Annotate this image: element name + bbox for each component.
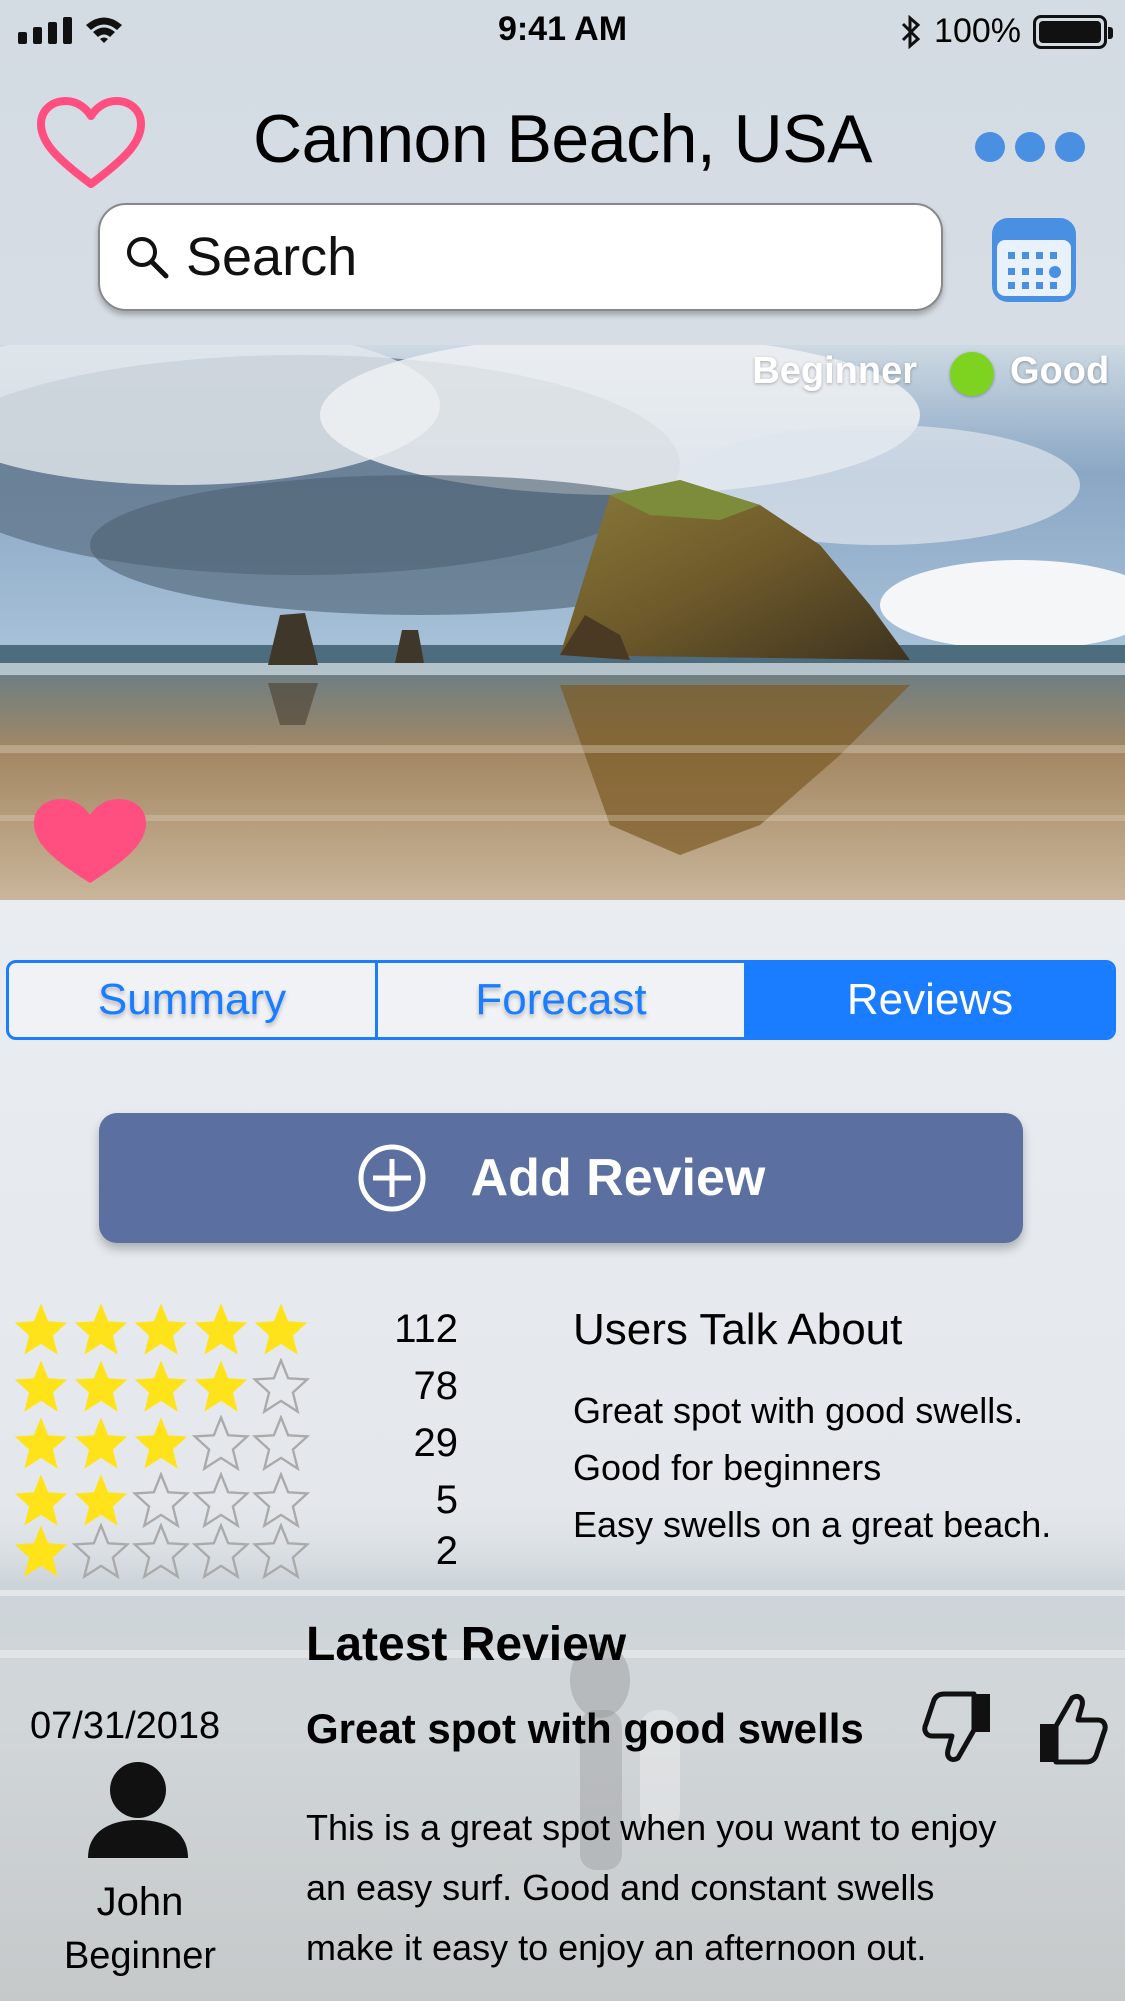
battery-icon <box>1033 14 1113 49</box>
hero-image <box>0 345 1125 900</box>
star-empty-icon <box>252 1358 310 1414</box>
dot <box>1055 132 1085 162</box>
condition-indicator-icon <box>950 352 994 396</box>
talk-item: Great spot with good swells. <box>573 1390 1024 1431</box>
review-headline: Great spot with good swells <box>306 1705 864 1752</box>
status-bar: 9:41 AM 100% <box>0 0 1125 60</box>
review-body-line: an easy surf. Good and constant swells <box>306 1867 935 1908</box>
rating-row-3[interactable]: 29 <box>12 1414 458 1472</box>
star-filled-icon <box>14 1525 68 1577</box>
star-filled-icon <box>134 1303 188 1355</box>
talk-item: Easy swells on a great beach. <box>573 1504 1052 1545</box>
search-input[interactable] <box>186 226 886 288</box>
calendar-icon[interactable] <box>990 216 1078 304</box>
star-rating <box>12 1301 310 1357</box>
star-empty-icon <box>132 1472 190 1528</box>
star-filled-icon <box>134 1360 188 1412</box>
battery-percent: 100% <box>934 12 1021 50</box>
talk-item: Good for beginners <box>573 1447 882 1488</box>
heart-filled-icon[interactable] <box>30 795 150 887</box>
rating-row-2[interactable]: 5 <box>12 1471 458 1529</box>
skill-level-label: Beginner <box>752 350 917 392</box>
review-body: This is a great spot when you want to en… <box>306 1798 1106 1978</box>
rating-count: 5 <box>435 1477 458 1522</box>
thumbs-down-icon[interactable] <box>920 1690 996 1766</box>
star-empty-icon <box>192 1472 250 1528</box>
page-title: Cannon Beach, USA <box>252 101 873 177</box>
add-review-label: Add Review <box>470 1149 766 1207</box>
tab-forecast[interactable]: Forecast <box>378 963 747 1037</box>
battery-fill <box>1039 20 1101 43</box>
beach-photo <box>0 345 1125 900</box>
star-filled-icon <box>254 1303 308 1355</box>
star-empty-icon <box>252 1523 310 1579</box>
star-filled-icon <box>194 1303 248 1355</box>
star-rating <box>12 1472 310 1528</box>
star-empty-icon <box>252 1472 310 1528</box>
condition-label: Good <box>1010 350 1110 392</box>
thumbs-up-icon[interactable] <box>1034 1690 1110 1766</box>
dot <box>975 132 1005 162</box>
star-filled-icon <box>74 1360 128 1412</box>
reviewer-name: John <box>96 1880 184 1924</box>
star-empty-icon <box>192 1415 250 1471</box>
review-date: 07/31/2018 <box>30 1705 221 1747</box>
star-filled-icon <box>14 1474 68 1526</box>
review-body-line: make it easy to enjoy an afternoon out. <box>306 1927 927 1968</box>
add-review-button[interactable]: Add Review <box>99 1113 1023 1243</box>
star-filled-icon <box>14 1417 68 1469</box>
star-rating <box>12 1358 310 1414</box>
rating-row-5[interactable]: 112 <box>12 1300 458 1358</box>
star-rating <box>12 1415 310 1471</box>
star-empty-icon <box>132 1523 190 1579</box>
star-filled-icon <box>74 1417 128 1469</box>
star-rating <box>12 1523 310 1579</box>
star-filled-icon <box>14 1303 68 1355</box>
plus-circle-icon <box>358 1144 426 1212</box>
search-icon <box>127 237 169 279</box>
rating-row-1[interactable]: 2 <box>12 1522 458 1580</box>
rating-count: 2 <box>435 1528 458 1573</box>
users-talk-title: Users Talk About <box>573 1305 903 1354</box>
status-right-group: 100% <box>900 12 1113 51</box>
search-bar <box>98 203 943 311</box>
star-filled-icon <box>74 1303 128 1355</box>
rating-count: 112 <box>394 1306 458 1351</box>
more-dots-icon[interactable] <box>975 132 1085 162</box>
review-body-line: This is a great spot when you want to en… <box>306 1807 997 1848</box>
bluetooth-icon <box>901 14 921 49</box>
avatar-icon <box>88 1762 188 1858</box>
star-filled-icon <box>74 1474 128 1526</box>
rating-count: 29 <box>413 1420 459 1465</box>
latest-review-title: Latest Review <box>306 1618 627 1671</box>
star-empty-icon <box>252 1415 310 1471</box>
dot <box>1015 132 1045 162</box>
star-filled-icon <box>14 1360 68 1412</box>
tab-summary[interactable]: Summary <box>9 963 378 1037</box>
star-empty-icon <box>192 1523 250 1579</box>
rating-row-4[interactable]: 78 <box>12 1357 458 1415</box>
rating-count: 78 <box>413 1363 459 1408</box>
tab-reviews[interactable]: Reviews <box>747 963 1113 1037</box>
reviewer-level: Beginner <box>63 1935 217 1977</box>
star-filled-icon <box>134 1417 188 1469</box>
star-filled-icon <box>194 1360 248 1412</box>
tab-bar: Summary Forecast Reviews <box>6 960 1116 1040</box>
star-empty-icon <box>72 1523 130 1579</box>
